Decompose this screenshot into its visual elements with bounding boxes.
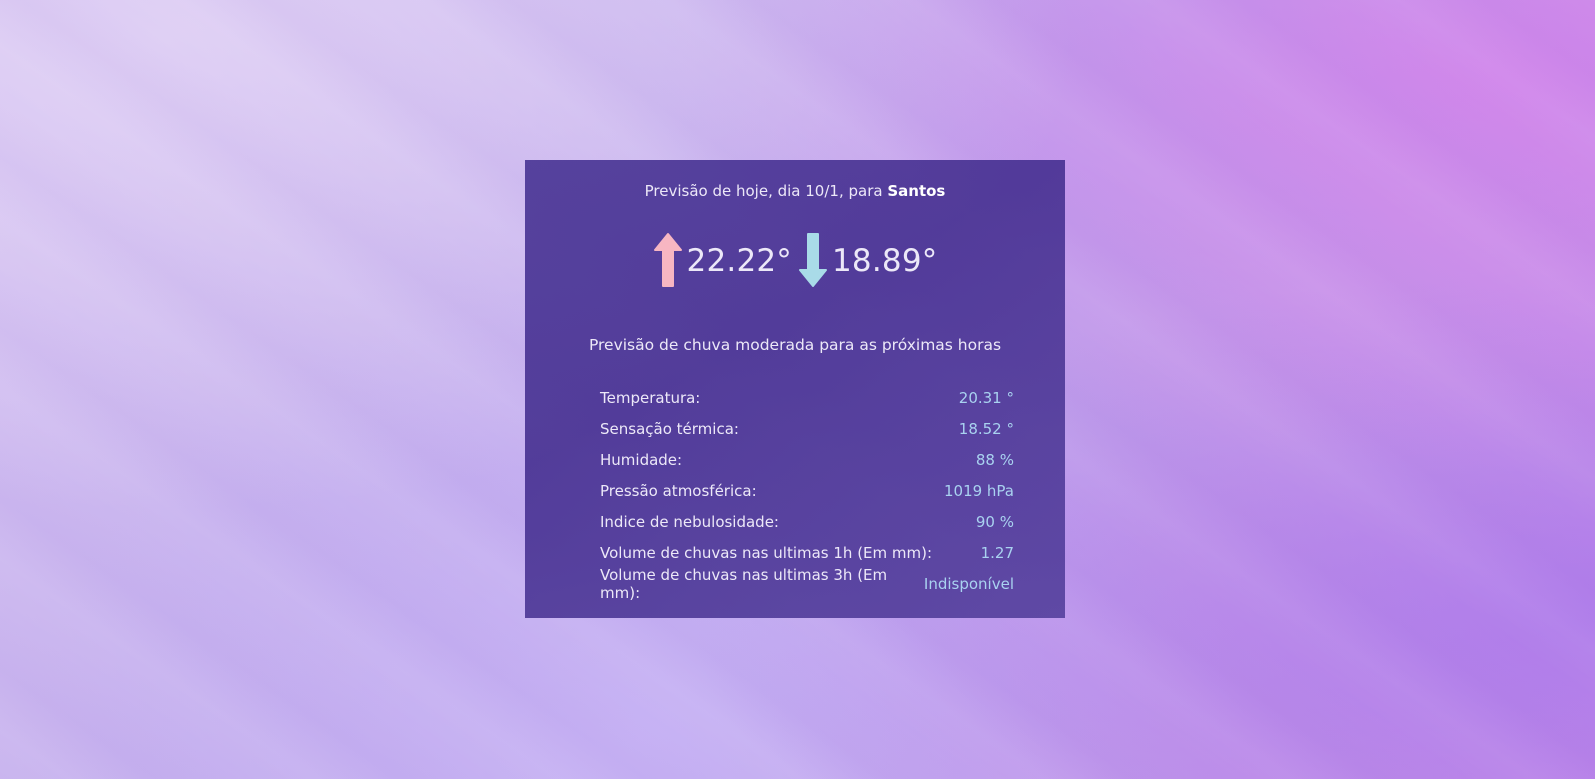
detail-label: Pressão atmosférica: (600, 481, 757, 500)
forecast-title: Previsão de hoje, dia 10/1, para Santos (525, 182, 1065, 200)
max-temp-value: 22.22° (686, 243, 792, 279)
detail-row-humidity: Humidade: 88 % (600, 444, 1014, 475)
detail-row-rain-1h: Volume de chuvas nas ultimas 1h (Em mm):… (600, 537, 1014, 568)
weather-details-list: Temperatura: 20.31 ° Sensação térmica: 1… (600, 382, 1014, 602)
detail-row-feels-like: Sensação térmica: 18.52 ° (600, 413, 1014, 444)
detail-label: Indice de nebulosidade: (600, 512, 779, 531)
detail-value: 88 % (975, 450, 1014, 469)
detail-label: Volume de chuvas nas ultimas 3h (Em mm): (600, 565, 888, 602)
arrow-down-icon (798, 232, 828, 290)
detail-label: Volume de chuvas nas ultimas 1h (Em mm): (600, 543, 933, 562)
detail-row-rain-3h: Volume de chuvas nas ultimas 3h (Em mm):… (600, 565, 1014, 602)
detail-value: 20.31 ° (958, 388, 1014, 407)
temperature-range: 22.22° 18.89° (525, 232, 1065, 290)
detail-label: Sensação térmica: (600, 419, 739, 438)
detail-label: Temperatura: (600, 388, 701, 407)
arrow-up-icon (653, 232, 683, 290)
detail-value: 90 % (975, 512, 1014, 531)
max-temperature: 22.22° (653, 232, 792, 290)
detail-label: Humidade: (600, 450, 683, 469)
detail-row-temperature: Temperatura: 20.31 ° (600, 382, 1014, 413)
detail-value: Indisponível (923, 574, 1014, 593)
title-prefix: Previsão de hoje, dia 10/1, para (644, 182, 888, 200)
detail-value: 1.27 (980, 543, 1014, 562)
min-temperature: 18.89° (798, 232, 937, 290)
min-temp-value: 18.89° (832, 243, 938, 279)
detail-row-cloudiness: Indice de nebulosidade: 90 % (600, 506, 1014, 537)
detail-value: 1019 hPa (943, 481, 1014, 500)
detail-value: 18.52 ° (958, 419, 1014, 438)
city-name: Santos (887, 182, 946, 200)
detail-row-pressure: Pressão atmosférica: 1019 hPa (600, 475, 1014, 506)
forecast-description: Previsão de chuva moderada para as próxi… (588, 336, 1002, 354)
weather-card: Previsão de hoje, dia 10/1, para Santos … (525, 160, 1065, 618)
